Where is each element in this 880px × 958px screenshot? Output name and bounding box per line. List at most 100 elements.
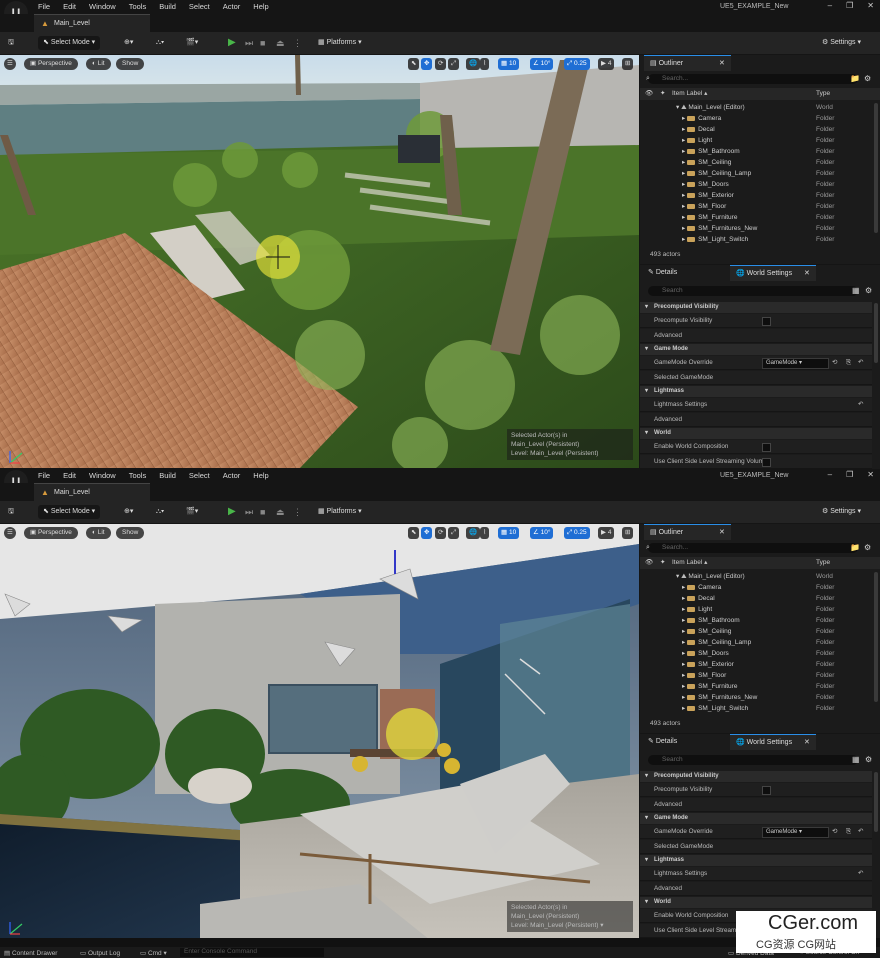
add-content-icon[interactable]: ⊕▾	[124, 505, 133, 519]
tab-world-settings[interactable]: 🌐 World Settings ✕	[730, 265, 816, 281]
expand-arrow-icon[interactable]: ▸	[682, 617, 685, 624]
grid-view-icon[interactable]: ▦	[852, 755, 860, 764]
cinematics-icon[interactable]: 🎬▾	[186, 36, 198, 50]
outliner-row[interactable]: ▸ SM_Light_Switch Folder	[640, 703, 872, 714]
select-mode-button[interactable]: ⬉ Select Mode ▾	[38, 36, 101, 50]
rotate-tool-icon[interactable]: ⟳	[435, 58, 447, 70]
outliner-row[interactable]: ▸ SM_Ceiling Folder	[640, 626, 872, 637]
property-checkbox[interactable]	[762, 443, 771, 452]
expand-arrow-icon[interactable]: ▸	[682, 661, 685, 668]
grid-snap-button[interactable]: ▦ 10	[498, 58, 520, 70]
select-tool-icon[interactable]: ⬉	[408, 527, 420, 539]
expand-arrow-icon[interactable]: ▸	[682, 595, 685, 602]
menu-build[interactable]: Build	[159, 471, 183, 480]
play-options-icon[interactable]: ⋮	[293, 36, 302, 50]
world-space-icon[interactable]: 🌐	[466, 58, 481, 70]
console-command-input[interactable]: Enter Console Command	[180, 948, 324, 957]
column-item-label[interactable]: Item Label ▴	[672, 557, 707, 569]
close-icon[interactable]: ✕	[867, 470, 874, 479]
move-tool-icon[interactable]: ✥	[421, 527, 433, 539]
menu-actor[interactable]: Actor	[223, 2, 248, 11]
details-property-row[interactable]: Lightmass Settings ↶	[640, 867, 872, 881]
perspective-button[interactable]: ▣ Perspective	[24, 527, 78, 539]
level-tab[interactable]: ▲ Main_Level	[34, 483, 150, 502]
rotation-snap-button[interactable]: ∠ 10°	[530, 527, 554, 539]
outliner-row[interactable]: ▸ Light Folder	[640, 604, 872, 615]
expand-arrow-icon[interactable]: ▸	[682, 203, 685, 210]
close-icon[interactable]: ✕	[804, 270, 810, 277]
expand-arrow-icon[interactable]: ▸	[682, 236, 685, 243]
browse-icon[interactable]: ⟲	[832, 825, 837, 839]
add-folder-icon[interactable]: 📁	[850, 74, 860, 83]
minimize-icon[interactable]: –	[828, 470, 832, 479]
expand-arrow-icon[interactable]: ▸	[682, 628, 685, 635]
outliner-row[interactable]: ▸ SM_Exterior Folder	[640, 190, 872, 201]
gear-icon[interactable]: ⚙	[865, 286, 872, 295]
outliner-row[interactable]: ▸ SM_Bathroom Folder	[640, 146, 872, 157]
expand-arrow-icon[interactable]: ▸	[682, 584, 685, 591]
outliner-row[interactable]: ▸ Light Folder	[640, 135, 872, 146]
tab-details[interactable]: ✎ Details	[642, 734, 683, 749]
expand-arrow-icon[interactable]: ▸	[682, 650, 685, 657]
menu-actor[interactable]: Actor	[223, 471, 248, 480]
world-space-icon[interactable]: 🌐	[466, 527, 481, 539]
details-property-row[interactable]: Advanced	[640, 882, 872, 896]
menu-window[interactable]: Window	[89, 471, 123, 480]
outliner-row[interactable]: ▸ SM_Floor Folder	[640, 201, 872, 212]
surface-snap-icon[interactable]: ⌇	[480, 58, 490, 70]
outliner-row[interactable]: ▸ Decal Folder	[640, 124, 872, 135]
details-property-row[interactable]: Selected GameMode	[640, 371, 872, 385]
minimize-icon[interactable]: –	[828, 1, 832, 10]
outliner-row-root[interactable]: ▾ ⛰ Main_Level (Editor) World	[640, 571, 872, 582]
outliner-row[interactable]: ▸ SM_Light_Switch Folder	[640, 234, 872, 245]
outliner-search-input[interactable]: Search...	[648, 74, 858, 84]
menu-help[interactable]: Help	[253, 2, 275, 11]
current-level-button[interactable]: Level: Main_Level (Persistent)	[511, 449, 629, 458]
details-section-header[interactable]: ▾ Game Mode	[640, 344, 872, 355]
expand-arrow-icon[interactable]: ▸	[682, 606, 685, 613]
select-tool-icon[interactable]: ⬉	[408, 58, 420, 70]
viewport-menu-icon[interactable]: ☰	[4, 58, 16, 70]
add-content-icon[interactable]: ⊕▾	[124, 36, 133, 50]
gear-icon[interactable]: ⚙	[865, 755, 872, 764]
details-property-row[interactable]: Advanced	[640, 798, 872, 812]
reset-arrow-icon[interactable]: ↶	[858, 398, 863, 412]
details-section-header[interactable]: ▾ Game Mode	[640, 813, 872, 824]
eject-icon[interactable]: ⏏	[276, 36, 285, 50]
close-icon[interactable]: ✕	[719, 60, 725, 67]
camera-speed-button[interactable]: ▶ 4	[598, 58, 615, 70]
blueprint-icon[interactable]: ⛬▾	[156, 36, 164, 50]
details-property-row[interactable]: Advanced	[640, 329, 872, 343]
camera-speed-button[interactable]: ▶ 4	[598, 527, 615, 539]
viewport-menu-icon[interactable]: ☰	[4, 527, 16, 539]
output-log-button[interactable]: ▭ Output Log	[80, 949, 120, 957]
use-selected-icon[interactable]: ⎘	[846, 356, 851, 370]
eject-icon[interactable]: ⏏	[276, 505, 285, 519]
expand-arrow-icon[interactable]: ▸	[682, 137, 685, 144]
menu-select[interactable]: Select	[189, 471, 217, 480]
blueprint-icon[interactable]: ⛬▾	[156, 505, 164, 519]
column-type[interactable]: Type	[816, 557, 830, 569]
property-checkbox[interactable]	[762, 458, 771, 467]
menu-window[interactable]: Window	[89, 2, 123, 11]
grid-view-icon[interactable]: ▦	[852, 286, 860, 295]
expand-arrow-icon[interactable]: ▸	[682, 192, 685, 199]
details-section-header[interactable]: ▾ Lightmass	[640, 386, 872, 397]
menu-tools[interactable]: Tools	[129, 471, 154, 480]
add-folder-icon[interactable]: 📁	[850, 543, 860, 552]
visibility-eye-icon[interactable]: 👁	[645, 88, 653, 100]
show-button[interactable]: Show	[116, 58, 145, 70]
reset-arrow-icon[interactable]: ↶	[858, 825, 863, 839]
scale-snap-button[interactable]: ⤢ 0.25	[564, 527, 590, 539]
property-checkbox[interactable]	[762, 786, 771, 795]
expand-arrow-icon[interactable]: ▸	[682, 170, 685, 177]
outliner-row[interactable]: ▸ SM_Furniture Folder	[640, 681, 872, 692]
outliner-row[interactable]: ▸ Camera Folder	[640, 113, 872, 124]
scale-snap-button[interactable]: ⤢ 0.25	[564, 58, 590, 70]
play-options-icon[interactable]: ⋮	[293, 505, 302, 519]
scale-tool-icon[interactable]: ⤢	[448, 58, 460, 70]
gamemode-dropdown[interactable]: GameMode ▾	[762, 827, 829, 838]
outliner-row[interactable]: ▸ SM_Furniture Folder	[640, 212, 872, 223]
outliner-row[interactable]: ▸ SM_Doors Folder	[640, 179, 872, 190]
grid-snap-button[interactable]: ▦ 10	[498, 527, 520, 539]
